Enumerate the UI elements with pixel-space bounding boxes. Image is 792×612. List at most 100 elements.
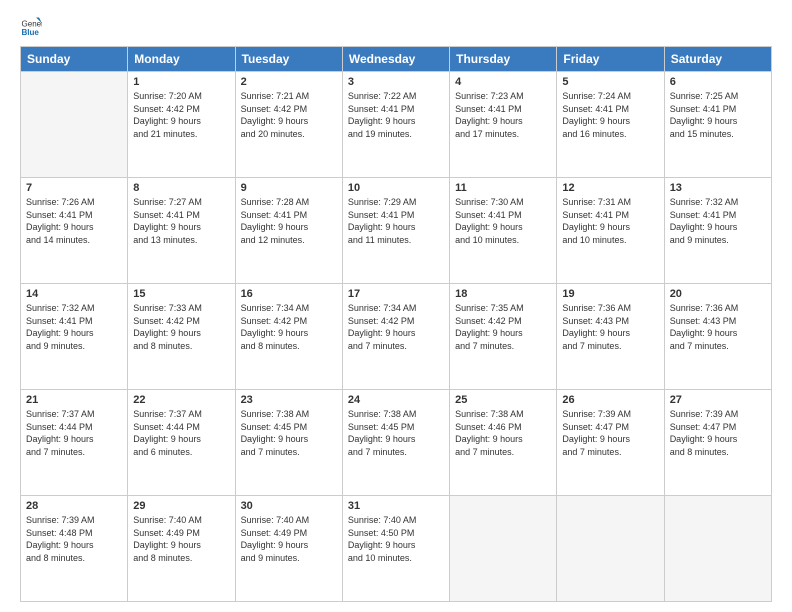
- calendar-week-row: 28Sunrise: 7:39 AM Sunset: 4:48 PM Dayli…: [21, 496, 772, 602]
- day-number: 14: [26, 288, 122, 300]
- calendar-cell: 24Sunrise: 7:38 AM Sunset: 4:45 PM Dayli…: [342, 390, 449, 496]
- day-info: Sunrise: 7:20 AM Sunset: 4:42 PM Dayligh…: [133, 90, 229, 140]
- calendar-header-friday: Friday: [557, 47, 664, 72]
- day-info: Sunrise: 7:38 AM Sunset: 4:46 PM Dayligh…: [455, 408, 551, 458]
- calendar-cell: 20 Sunrise: 7:36 AM Sunset: 4:43 PM Dayli…: [664, 284, 771, 390]
- calendar-cell: 10 Sunrise: 7:29 AM Sunset: 4:41 PM Dayli…: [342, 178, 449, 284]
- calendar-header-sunday: Sunday: [21, 47, 128, 72]
- day-number: 27: [670, 394, 766, 406]
- day-number: 29: [133, 500, 229, 512]
- day-info: Sunrise: 7:32 AM Sunset: 4:41 PM Dayligh…: [26, 302, 122, 352]
- day-info: Sunrise: 7:32 AM Sunset: 4:41 PM Dayligh…: [670, 196, 766, 246]
- day-info: Sunrise: 7:21 AM Sunset: 4:42 PM Dayligh…: [241, 90, 337, 140]
- day-info: Sunrise: 7:36 AM Sunset: 4:43 PM Dayligh…: [562, 302, 658, 352]
- day-number: 1: [133, 76, 229, 88]
- calendar-cell: 11 Sunrise: 7:30 AM Sunset: 4:41 PM Dayli…: [450, 178, 557, 284]
- calendar-cell: 2 Sunrise: 7:21 AM Sunset: 4:42 PM Daylig…: [235, 72, 342, 178]
- day-number: 23: [241, 394, 337, 406]
- day-info: Sunrise: 7:28 AM Sunset: 4:41 PM Dayligh…: [241, 196, 337, 246]
- calendar-cell: 15 Sunrise: 7:33 AM Sunset: 4:42 PM Dayli…: [128, 284, 235, 390]
- calendar-cell: 22Sunrise: 7:37 AM Sunset: 4:44 PM Dayli…: [128, 390, 235, 496]
- calendar-cell: 16 Sunrise: 7:34 AM Sunset: 4:42 PM Dayli…: [235, 284, 342, 390]
- calendar-cell: 6 Sunrise: 7:25 AM Sunset: 4:41 PM Daylig…: [664, 72, 771, 178]
- day-info: Sunrise: 7:40 AM Sunset: 4:49 PM Dayligh…: [241, 514, 337, 564]
- page: General Blue SundayMondayTuesdayWednesda…: [0, 0, 792, 612]
- day-info: Sunrise: 7:38 AM Sunset: 4:45 PM Dayligh…: [241, 408, 337, 458]
- calendar-cell: 5 Sunrise: 7:24 AM Sunset: 4:41 PM Daylig…: [557, 72, 664, 178]
- day-info: Sunrise: 7:26 AM Sunset: 4:41 PM Dayligh…: [26, 196, 122, 246]
- calendar-cell: 30 Sunrise: 7:40 AM Sunset: 4:49 PM Dayli…: [235, 496, 342, 602]
- day-info: Sunrise: 7:27 AM Sunset: 4:41 PM Dayligh…: [133, 196, 229, 246]
- day-number: 5: [562, 76, 658, 88]
- day-number: 6: [670, 76, 766, 88]
- day-info: Sunrise: 7:40 AM Sunset: 4:49 PM Dayligh…: [133, 514, 229, 564]
- calendar-cell: 8 Sunrise: 7:27 AM Sunset: 4:41 PM Daylig…: [128, 178, 235, 284]
- calendar-header-row: SundayMondayTuesdayWednesdayThursdayFrid…: [21, 47, 772, 72]
- calendar-cell: [664, 496, 771, 602]
- day-info: Sunrise: 7:39 AM Sunset: 4:48 PM Dayligh…: [26, 514, 122, 564]
- day-number: 30: [241, 500, 337, 512]
- day-info: Sunrise: 7:37 AM Sunset: 4:44 PM Dayligh…: [26, 408, 122, 458]
- day-number: 25: [455, 394, 551, 406]
- day-number: 15: [133, 288, 229, 300]
- day-number: 31: [348, 500, 444, 512]
- calendar-header-monday: Monday: [128, 47, 235, 72]
- day-info: Sunrise: 7:24 AM Sunset: 4:41 PM Dayligh…: [562, 90, 658, 140]
- day-info: Sunrise: 7:33 AM Sunset: 4:42 PM Dayligh…: [133, 302, 229, 352]
- day-info: Sunrise: 7:31 AM Sunset: 4:41 PM Dayligh…: [562, 196, 658, 246]
- calendar-cell: 25 Sunrise: 7:38 AM Sunset: 4:46 PM Dayli…: [450, 390, 557, 496]
- day-number: 9: [241, 182, 337, 194]
- header: General Blue: [20, 16, 772, 38]
- day-info: Sunrise: 7:34 AM Sunset: 4:42 PM Dayligh…: [348, 302, 444, 352]
- calendar-week-row: 21 Sunrise: 7:37 AM Sunset: 4:44 PM Dayli…: [21, 390, 772, 496]
- day-info: Sunrise: 7:36 AM Sunset: 4:43 PM Dayligh…: [670, 302, 766, 352]
- day-number: 16: [241, 288, 337, 300]
- svg-text:Blue: Blue: [21, 28, 39, 37]
- calendar-cell: 26Sunrise: 7:39 AM Sunset: 4:47 PM Dayli…: [557, 390, 664, 496]
- calendar-cell: 21 Sunrise: 7:37 AM Sunset: 4:44 PM Dayli…: [21, 390, 128, 496]
- day-number: 12: [562, 182, 658, 194]
- day-number: 18: [455, 288, 551, 300]
- svg-text:General: General: [21, 19, 42, 28]
- calendar-cell: 14 Sunrise: 7:32 AM Sunset: 4:41 PM Dayli…: [21, 284, 128, 390]
- calendar-header-saturday: Saturday: [664, 47, 771, 72]
- calendar-cell: 12 Sunrise: 7:31 AM Sunset: 4:41 PM Dayli…: [557, 178, 664, 284]
- calendar-week-row: 1 Sunrise: 7:20 AM Sunset: 4:42 PM Daylig…: [21, 72, 772, 178]
- day-number: 4: [455, 76, 551, 88]
- calendar-cell: 9 Sunrise: 7:28 AM Sunset: 4:41 PM Daylig…: [235, 178, 342, 284]
- day-number: 2: [241, 76, 337, 88]
- calendar-week-row: 14 Sunrise: 7:32 AM Sunset: 4:41 PM Dayli…: [21, 284, 772, 390]
- calendar-cell: 7Sunrise: 7:26 AM Sunset: 4:41 PM Daylig…: [21, 178, 128, 284]
- calendar-cell: [557, 496, 664, 602]
- calendar-cell: 29 Sunrise: 7:40 AM Sunset: 4:49 PM Dayli…: [128, 496, 235, 602]
- day-number: 17: [348, 288, 444, 300]
- day-number: 8: [133, 182, 229, 194]
- day-number: 20: [670, 288, 766, 300]
- calendar-cell: 13Sunrise: 7:32 AM Sunset: 4:41 PM Dayli…: [664, 178, 771, 284]
- day-info: Sunrise: 7:34 AM Sunset: 4:42 PM Dayligh…: [241, 302, 337, 352]
- day-number: 11: [455, 182, 551, 194]
- calendar-cell: 18 Sunrise: 7:35 AM Sunset: 4:42 PM Dayli…: [450, 284, 557, 390]
- day-info: Sunrise: 7:29 AM Sunset: 4:41 PM Dayligh…: [348, 196, 444, 246]
- logo: General Blue: [20, 16, 46, 38]
- day-info: Sunrise: 7:39 AM Sunset: 4:47 PM Dayligh…: [670, 408, 766, 458]
- day-number: 10: [348, 182, 444, 194]
- day-info: Sunrise: 7:30 AM Sunset: 4:41 PM Dayligh…: [455, 196, 551, 246]
- logo-icon: General Blue: [20, 16, 42, 38]
- day-info: Sunrise: 7:25 AM Sunset: 4:41 PM Dayligh…: [670, 90, 766, 140]
- day-info: Sunrise: 7:23 AM Sunset: 4:41 PM Dayligh…: [455, 90, 551, 140]
- day-info: Sunrise: 7:22 AM Sunset: 4:41 PM Dayligh…: [348, 90, 444, 140]
- day-number: 24: [348, 394, 444, 406]
- calendar-cell: [450, 496, 557, 602]
- day-info: Sunrise: 7:35 AM Sunset: 4:42 PM Dayligh…: [455, 302, 551, 352]
- calendar-cell: 27 Sunrise: 7:39 AM Sunset: 4:47 PM Dayli…: [664, 390, 771, 496]
- calendar-cell: 23 Sunrise: 7:38 AM Sunset: 4:45 PM Dayli…: [235, 390, 342, 496]
- day-number: 3: [348, 76, 444, 88]
- calendar-header-tuesday: Tuesday: [235, 47, 342, 72]
- day-number: 21: [26, 394, 122, 406]
- calendar-cell: [21, 72, 128, 178]
- calendar-cell: 1 Sunrise: 7:20 AM Sunset: 4:42 PM Daylig…: [128, 72, 235, 178]
- calendar-cell: 19Sunrise: 7:36 AM Sunset: 4:43 PM Dayli…: [557, 284, 664, 390]
- calendar-cell: 17 Sunrise: 7:34 AM Sunset: 4:42 PM Dayli…: [342, 284, 449, 390]
- calendar-header-wednesday: Wednesday: [342, 47, 449, 72]
